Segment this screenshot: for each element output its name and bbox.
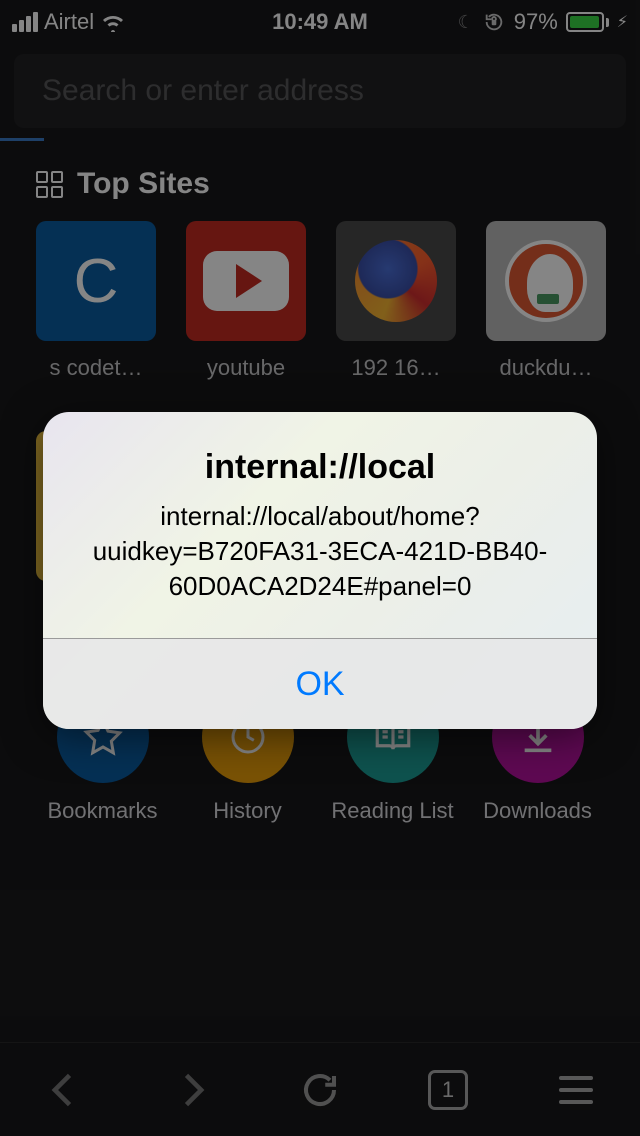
alert-title: internal://local [67, 448, 573, 487]
alert-message: internal://local/about/home?uuidkey=B720… [67, 499, 573, 604]
alert-body: internal://local internal://local/about/… [43, 412, 597, 638]
alert-dialog: internal://local internal://local/about/… [43, 412, 597, 729]
alert-ok-button[interactable]: OK [43, 639, 597, 729]
